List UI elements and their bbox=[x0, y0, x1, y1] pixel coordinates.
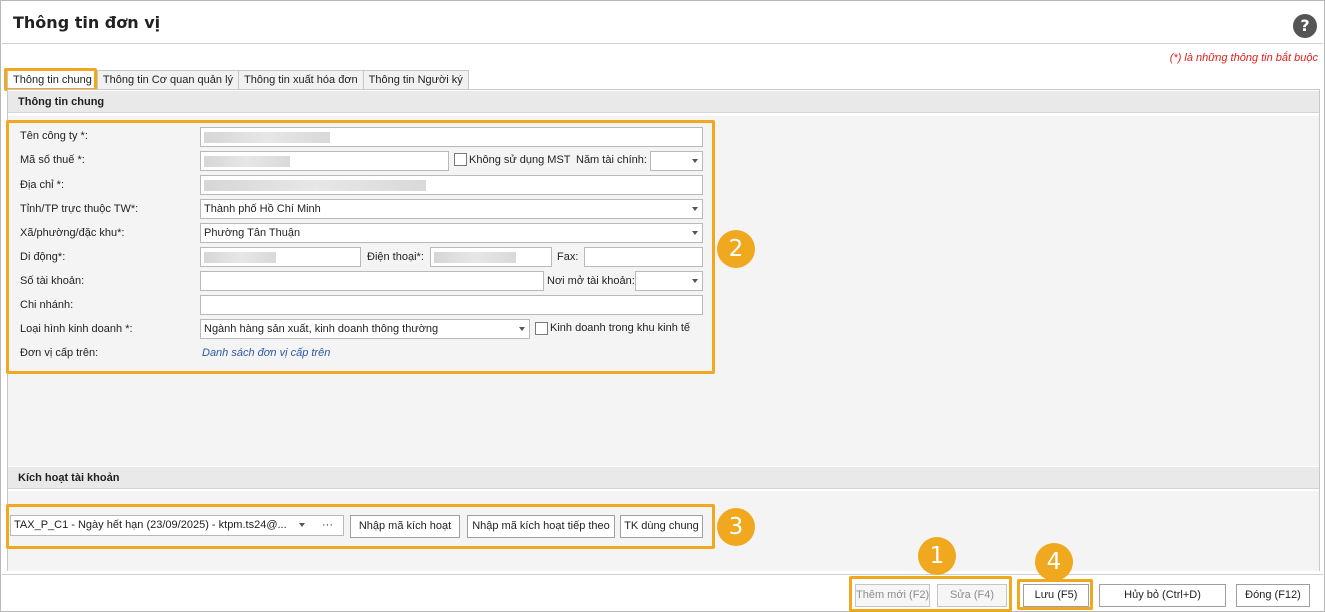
fax-input[interactable] bbox=[584, 247, 703, 267]
enter-next-activation-code-button[interactable]: Nhập mã kích hoạt tiếp theo bbox=[467, 515, 615, 538]
shared-account-button[interactable]: TK dùng chung bbox=[620, 515, 703, 538]
tab-management-agency[interactable]: Thông tin Cơ quan quản lý bbox=[96, 70, 240, 90]
ward-select[interactable]: Phường Tân Thuận bbox=[200, 223, 703, 243]
license-select[interactable]: TAX_P_C1 - Ngày hết hạn (23/09/2025) - k… bbox=[10, 515, 344, 536]
license-value: TAX_P_C1 - Ngày hết hạn (23/09/2025) - k… bbox=[14, 519, 287, 531]
add-new-button[interactable]: Thêm mới (F2) bbox=[855, 584, 930, 607]
ward-label: Xã/phường/đặc khu*: bbox=[20, 227, 125, 239]
callout-3-badge: 3 bbox=[717, 508, 755, 546]
chevron-down-icon bbox=[692, 231, 698, 235]
branch-label: Chi nhánh: bbox=[20, 299, 74, 311]
business-type-label: Loại hình kinh doanh *: bbox=[20, 323, 133, 335]
callout-4-badge: 4 bbox=[1035, 543, 1073, 581]
address-input[interactable] bbox=[200, 175, 703, 195]
chevron-down-icon bbox=[692, 279, 698, 283]
tab-general-info[interactable]: Thông tin chung bbox=[7, 70, 98, 90]
chevron-down-icon bbox=[692, 207, 698, 211]
no-tax-code-checkbox[interactable] bbox=[454, 153, 467, 166]
tax-code-label: Mã số thuế *: bbox=[20, 154, 85, 166]
chevron-down-icon bbox=[519, 327, 525, 331]
branch-input[interactable] bbox=[200, 295, 703, 315]
bank-label: Nơi mở tài khoản: bbox=[547, 275, 635, 287]
more-options-icon[interactable]: ··· bbox=[322, 516, 333, 534]
callout-1-badge: 1 bbox=[918, 537, 956, 575]
province-value: Thành phố Hồ Chí Minh bbox=[204, 203, 321, 215]
parent-unit-link[interactable]: Danh sách đơn vị cấp trên bbox=[202, 347, 330, 359]
account-number-input[interactable] bbox=[200, 271, 544, 291]
account-number-label: Số tài khoản: bbox=[20, 275, 85, 287]
bank-select[interactable] bbox=[635, 271, 703, 291]
chevron-down-icon bbox=[299, 523, 305, 527]
company-name-input[interactable] bbox=[200, 127, 703, 147]
title-bar: Thông tin đơn vị ? bbox=[2, 2, 1323, 44]
company-info-window: Thông tin đơn vị ? (*) là những thông ti… bbox=[0, 0, 1325, 612]
economic-zone-checkbox[interactable] bbox=[535, 322, 548, 335]
mobile-input[interactable] bbox=[200, 247, 361, 267]
fax-label: Fax: bbox=[557, 251, 579, 263]
business-type-select[interactable]: Ngành hàng sản xuất, kinh doanh thông th… bbox=[200, 319, 530, 339]
fiscal-year-label: Năm tài chính: bbox=[576, 154, 647, 166]
edit-button[interactable]: Sửa (F4) bbox=[937, 584, 1007, 607]
province-label: Tỉnh/TP trực thuộc TW*: bbox=[20, 203, 139, 215]
province-select[interactable]: Thành phố Hồ Chí Minh bbox=[200, 199, 703, 219]
business-type-value: Ngành hàng sản xuất, kinh doanh thông th… bbox=[204, 323, 439, 335]
chevron-down-icon bbox=[692, 159, 698, 163]
phone-label: Điện thoại*: bbox=[367, 251, 424, 263]
no-tax-code-label: Không sử dụng MST bbox=[469, 154, 571, 166]
cancel-button[interactable]: Hủy bỏ (Ctrl+D) bbox=[1099, 584, 1226, 607]
parent-unit-label: Đơn vị cấp trên: bbox=[20, 347, 99, 359]
economic-zone-label: Kinh doanh trong khu kinh tế bbox=[550, 322, 691, 334]
tax-code-input[interactable] bbox=[200, 151, 449, 171]
window-title: Thông tin đơn vị bbox=[13, 13, 161, 32]
general-section-header: Thông tin chung bbox=[8, 91, 1319, 113]
tab-invoice-info[interactable]: Thông tin xuất hóa đơn bbox=[238, 70, 364, 90]
tab-bar: Thông tin chung Thông tin Cơ quan quản l… bbox=[7, 70, 469, 90]
address-label: Địa chỉ *: bbox=[20, 179, 65, 191]
company-name-label: Tên công ty *: bbox=[20, 130, 88, 142]
help-icon[interactable]: ? bbox=[1293, 14, 1317, 38]
phone-input[interactable] bbox=[430, 247, 552, 267]
mobile-label: Di động*: bbox=[20, 251, 66, 263]
enter-activation-code-button[interactable]: Nhập mã kích hoạt bbox=[350, 515, 460, 538]
fiscal-year-select[interactable] bbox=[650, 151, 703, 171]
callout-2-badge: 2 bbox=[717, 230, 755, 268]
activation-section-header: Kích hoạt tài khoản bbox=[8, 467, 1319, 489]
save-button[interactable]: Lưu (F5) bbox=[1023, 584, 1089, 607]
tab-signer-info[interactable]: Thông tin Người ký bbox=[362, 70, 469, 90]
required-fields-note: (*) là những thông tin bắt buộc bbox=[1169, 52, 1318, 64]
ward-value: Phường Tân Thuận bbox=[204, 227, 301, 239]
close-button[interactable]: Đóng (F12) bbox=[1236, 584, 1310, 607]
